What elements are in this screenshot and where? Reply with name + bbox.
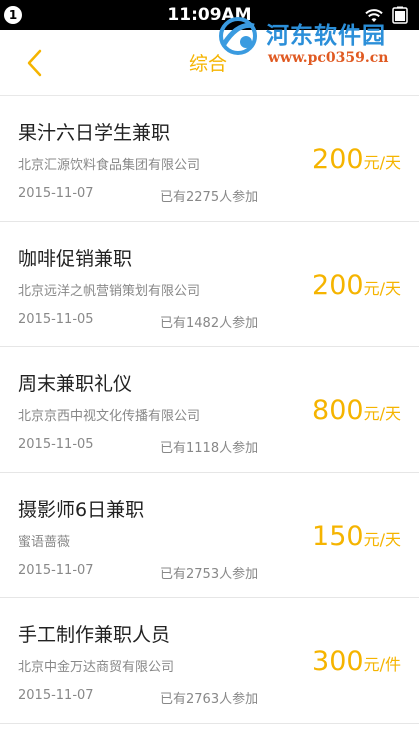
job-salary: 200元/天 (312, 144, 401, 175)
salary-amount: 200 (312, 144, 364, 175)
job-title: 咖啡促销兼职 (18, 247, 133, 270)
job-company: 蜜语蔷薇 (18, 534, 71, 550)
job-participants: 已有1118人参加 (160, 441, 259, 456)
job-list: 果汁六日学生兼职 北京汇源饮料食品集团有限公司 2015-11-07 已有227… (0, 96, 419, 724)
job-date: 2015-11-05 (18, 311, 94, 327)
status-bar: 1 11:09AM (0, 0, 419, 30)
salary-unit: 元/件 (363, 655, 401, 674)
job-participants: 已有2275人参加 (160, 190, 259, 205)
job-salary: 300元/件 (312, 646, 401, 677)
salary-unit: 元/天 (363, 278, 401, 298)
app-header: 综合 (0, 30, 419, 96)
salary-unit: 元/天 (363, 404, 401, 423)
job-salary: 800元/天 (312, 395, 401, 426)
job-participants: 已有1482人参加 (160, 315, 259, 331)
job-company: 北京远洋之帆营销策划有限公司 (18, 283, 201, 299)
job-company: 北京中金万达商贸有限公司 (18, 660, 175, 675)
job-company: 北京汇源饮料食品集团有限公司 (18, 158, 201, 173)
salary-amount: 200 (312, 269, 364, 301)
battery-icon (392, 6, 408, 24)
job-salary: 150元/天 (312, 521, 401, 552)
job-company: 北京京西中视文化传播有限公司 (18, 409, 201, 424)
job-participants: 已有2763人参加 (160, 692, 259, 707)
list-item[interactable]: 咖啡促销兼职 北京远洋之帆营销策划有限公司 2015-11-05 已有1482人… (0, 221, 419, 347)
status-clock: 11:09AM (167, 5, 252, 25)
salary-amount: 800 (312, 395, 364, 426)
back-button[interactable] (18, 46, 52, 80)
job-title: 周末兼职礼仪 (18, 373, 133, 395)
job-title: 手工制作兼职人员 (18, 624, 171, 646)
job-title: 摄影师6日兼职 (18, 498, 145, 521)
job-salary: 200元/天 (312, 270, 401, 301)
list-item[interactable]: 果汁六日学生兼职 北京汇源饮料食品集团有限公司 2015-11-07 已有227… (0, 96, 419, 222)
salary-unit: 元/天 (363, 529, 401, 549)
list-item[interactable]: 摄影师6日兼职 蜜语蔷薇 2015-11-07 已有2753人参加 150元/天 (0, 472, 419, 598)
job-title: 果汁六日学生兼职 (18, 122, 171, 144)
tab-comprehensive[interactable]: 综合 (189, 49, 227, 76)
list-item[interactable]: 手工制作兼职人员 北京中金万达商贸有限公司 2015-11-07 已有2763人… (0, 598, 419, 724)
job-participants: 已有2753人参加 (160, 566, 259, 582)
list-item[interactable]: 周末兼职礼仪 北京京西中视文化传播有限公司 2015-11-05 已有1118人… (0, 347, 419, 473)
job-date: 2015-11-05 (18, 437, 94, 452)
job-date: 2015-11-07 (18, 562, 94, 578)
salary-unit: 元/天 (363, 153, 401, 172)
job-date: 2015-11-07 (18, 688, 94, 703)
salary-amount: 150 (312, 520, 364, 552)
chevron-left-icon (27, 49, 42, 77)
salary-amount: 300 (312, 646, 364, 677)
job-date: 2015-11-07 (18, 186, 94, 201)
wifi-icon (365, 9, 383, 22)
